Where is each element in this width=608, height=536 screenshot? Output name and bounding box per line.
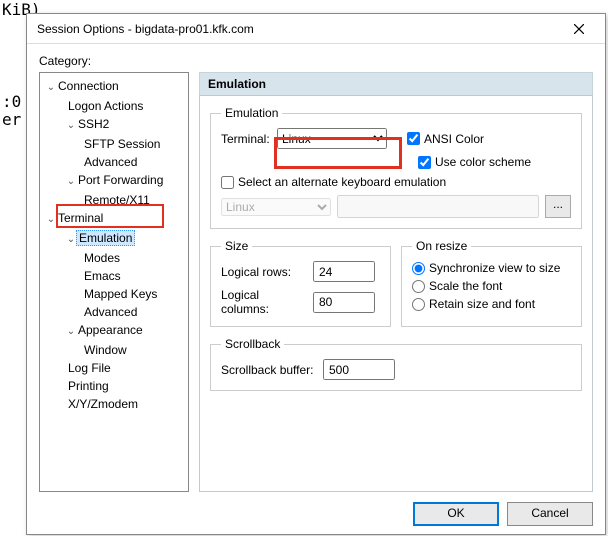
tree-item-connection[interactable]: ⌄Connection <box>40 77 188 97</box>
ansi-color-label: ANSI Color <box>424 132 484 146</box>
tree-item-window[interactable]: Window <box>40 341 188 359</box>
tree-item-remote-x11[interactable]: Remote/X11 <box>40 191 188 209</box>
size-group: Size Logical rows: Logical columns: <box>210 239 391 327</box>
cols-label: Logical columns: <box>221 288 307 316</box>
tree-item-emacs[interactable]: Emacs <box>40 267 188 285</box>
chevron-down-icon[interactable]: ⌄ <box>46 212 56 228</box>
resize-group: On resize Synchronize view to size Scale… <box>401 239 582 327</box>
ansi-color-checkbox[interactable] <box>407 132 420 145</box>
tree-item-appearance[interactable]: ⌄Appearance <box>40 321 188 341</box>
titlebar: Session Options - bigdata-pro01.kfk.com <box>27 14 605 44</box>
chevron-down-icon[interactable]: ⌄ <box>66 174 76 190</box>
cancel-button[interactable]: Cancel <box>507 502 593 526</box>
settings-panel: Emulation Emulation Terminal: Linux ANSI… <box>199 72 593 492</box>
chevron-down-icon[interactable]: ⌄ <box>46 80 56 96</box>
panel-body: Emulation Terminal: Linux ANSI Color <box>199 95 593 492</box>
resize-legend: On resize <box>412 239 471 253</box>
tree-item-modes[interactable]: Modes <box>40 249 188 267</box>
resize-retain[interactable]: Retain size and font <box>412 297 571 311</box>
dialog-buttons: OK Cancel <box>39 492 593 526</box>
browse-button[interactable]: ... <box>545 195 571 218</box>
session-options-dialog: Session Options - bigdata-pro01.kfk.com … <box>26 13 606 535</box>
tree-item-advanced-emu[interactable]: Advanced <box>40 303 188 321</box>
tree-item-mapped-keys[interactable]: Mapped Keys <box>40 285 188 303</box>
dialog-title: Session Options - bigdata-pro01.kfk.com <box>37 22 561 36</box>
rows-label: Logical rows: <box>221 265 307 279</box>
color-scheme-label: Use color scheme <box>435 155 531 169</box>
tree-item-advanced[interactable]: Advanced <box>40 153 188 171</box>
tree-item-emulation[interactable]: ⌄Emulation <box>40 229 188 249</box>
tree-item-logon-actions[interactable]: Logon Actions <box>40 97 188 115</box>
category-label: Category: <box>39 54 593 68</box>
close-button[interactable] <box>561 16 597 42</box>
tree-item-log-file[interactable]: Log File <box>40 359 188 377</box>
close-icon <box>574 24 584 34</box>
tree-item-terminal[interactable]: ⌄Terminal <box>40 209 188 229</box>
scrollback-legend: Scrollback <box>221 337 284 351</box>
tree-item-printing[interactable]: Printing <box>40 377 188 395</box>
rows-input[interactable] <box>313 261 375 282</box>
chevron-down-icon[interactable]: ⌄ <box>66 232 76 248</box>
scrollback-label: Scrollback buffer: <box>221 363 317 377</box>
scrollback-input[interactable] <box>323 359 395 380</box>
size-legend: Size <box>221 239 252 253</box>
terminal-select[interactable]: Linux <box>277 128 387 149</box>
terminal-label: Terminal: <box>221 132 271 146</box>
cols-input[interactable] <box>313 292 375 313</box>
tree-item-ssh2[interactable]: ⌄SSH2 <box>40 115 188 135</box>
tree-item-xyzmodem[interactable]: X/Y/Zmodem <box>40 395 188 413</box>
color-scheme-checkbox[interactable] <box>418 156 431 169</box>
bg-text: er <box>2 110 21 129</box>
chevron-down-icon[interactable]: ⌄ <box>66 118 76 134</box>
emulation-legend: Emulation <box>221 106 282 120</box>
alt-keyboard-label: Select an alternate keyboard emulation <box>238 175 446 189</box>
ok-button[interactable]: OK <box>413 502 499 526</box>
alt-keyboard-path <box>337 195 539 218</box>
panel-header: Emulation <box>199 72 593 95</box>
alt-keyboard-select: Linux <box>221 198 331 216</box>
tree-item-port-forwarding[interactable]: ⌄Port Forwarding <box>40 171 188 191</box>
category-tree[interactable]: ⌄Connection Logon Actions ⌄SSH2 SFTP Ses… <box>39 72 189 492</box>
tree-item-sftp-session[interactable]: SFTP Session <box>40 135 188 153</box>
alt-keyboard-checkbox[interactable] <box>221 176 234 189</box>
bg-text: :0 <box>2 92 21 111</box>
resize-sync[interactable]: Synchronize view to size <box>412 261 571 275</box>
resize-scale[interactable]: Scale the font <box>412 279 571 293</box>
scrollback-group: Scrollback Scrollback buffer: <box>210 337 582 391</box>
chevron-down-icon[interactable]: ⌄ <box>66 324 76 340</box>
emulation-group: Emulation Terminal: Linux ANSI Color <box>210 106 582 229</box>
